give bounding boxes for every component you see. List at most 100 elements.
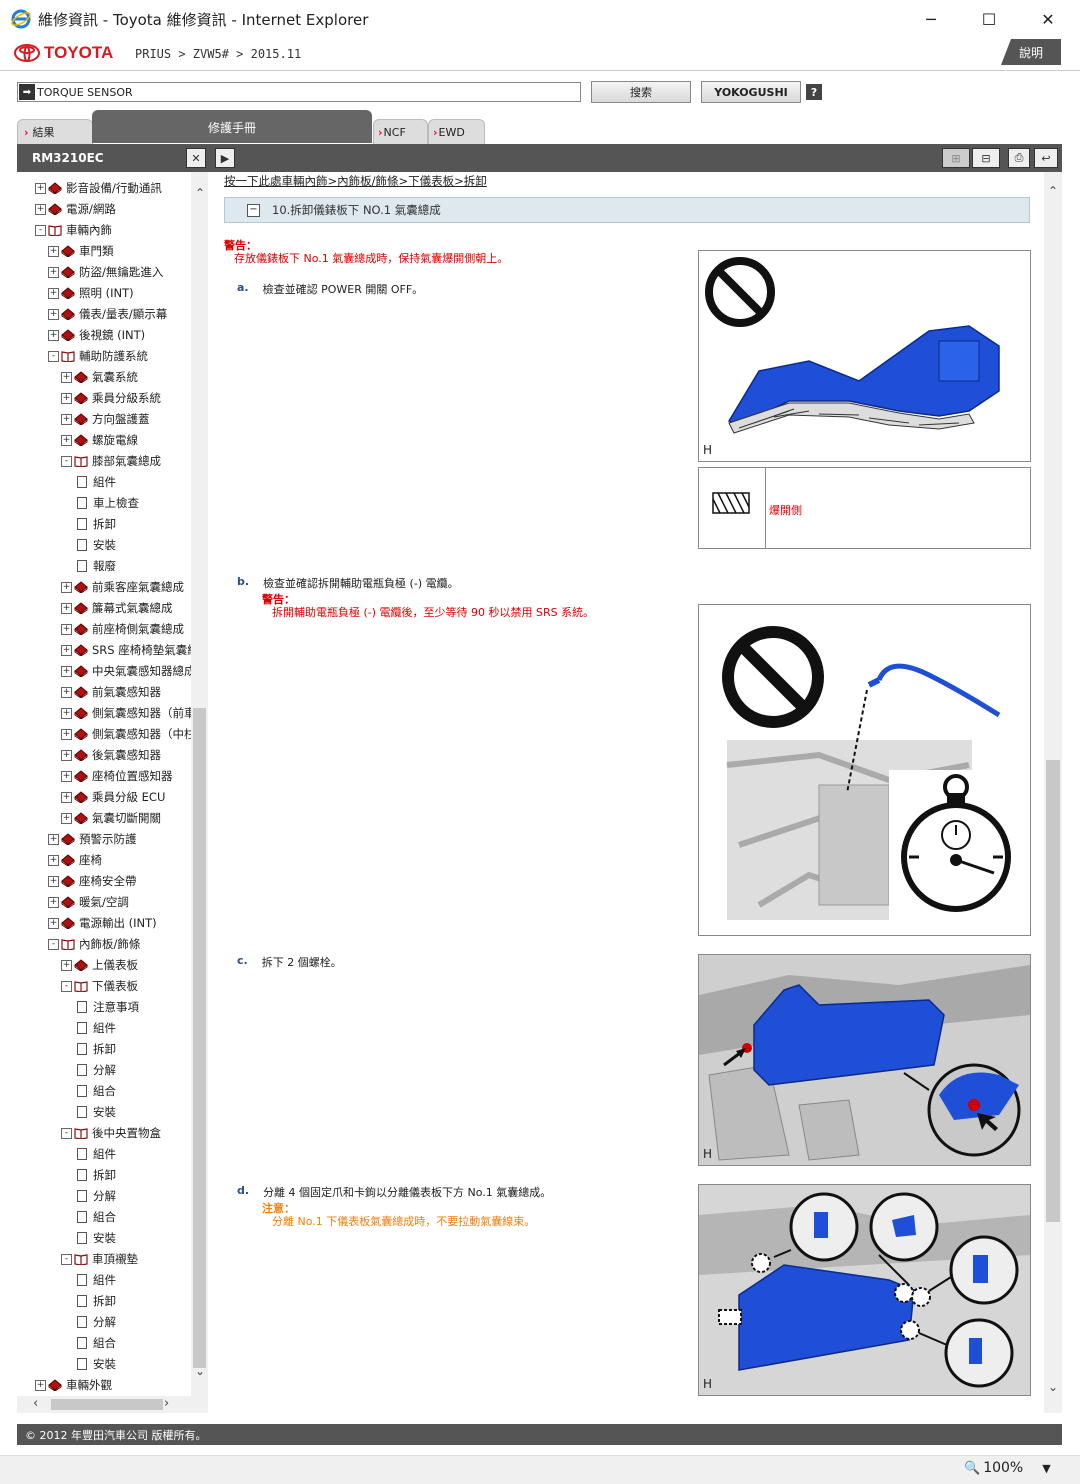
tree-scroll-thumb[interactable]: [193, 708, 206, 1368]
tree-item[interactable]: 分解: [74, 1060, 116, 1080]
tree-item[interactable]: 車上檢查: [74, 493, 139, 513]
tree-item[interactable]: 拆卸: [74, 1165, 116, 1185]
zoom-control[interactable]: 🔍 100% ▼: [964, 1460, 1051, 1476]
collapse-icon[interactable]: -: [61, 1127, 72, 1139]
tab-results[interactable]: › 結果: [17, 119, 93, 144]
expand-icon[interactable]: +: [48, 266, 59, 278]
tree-item[interactable]: - 後中央置物盒: [61, 1123, 161, 1143]
tree-item[interactable]: + 乘員分級 ECU: [61, 787, 165, 807]
tree-scrollbar[interactable]: ⌃ ⌄: [191, 172, 208, 1396]
tree-item[interactable]: - 輔助防護系統: [48, 346, 148, 366]
tree-item[interactable]: - 車頂襯墊: [61, 1249, 138, 1269]
expand-icon[interactable]: +: [48, 308, 59, 320]
tree-item[interactable]: + 車輛外觀: [35, 1375, 112, 1395]
expand-icon[interactable]: +: [61, 728, 72, 740]
expand-icon[interactable]: +: [61, 686, 72, 698]
content-scrollbar[interactable]: ⌃ ⌄: [1044, 172, 1062, 1413]
scroll-up-icon[interactable]: ⌃: [195, 186, 205, 200]
tree-item[interactable]: + 中央氣囊感知器總成: [61, 661, 196, 681]
expand-icon[interactable]: +: [61, 392, 72, 404]
tree-item[interactable]: + 前乘客座氣囊總成: [61, 577, 184, 597]
tree-item[interactable]: + 方向盤護蓋: [61, 409, 150, 429]
expand-icon[interactable]: +: [35, 203, 46, 215]
expand-icon[interactable]: +: [61, 581, 72, 593]
expand-icon[interactable]: +: [48, 287, 59, 299]
tree-item[interactable]: + 防盜/無鑰匙進入: [48, 262, 163, 282]
expand-icon[interactable]: +: [61, 770, 72, 782]
expand-all-button[interactable]: ⊞: [942, 148, 970, 168]
tree-item[interactable]: - 內飾板/飾條: [48, 934, 140, 954]
tree-item[interactable]: 組合: [74, 1333, 116, 1353]
tree-item[interactable]: 組合: [74, 1207, 116, 1227]
close-window-button[interactable]: ✕: [1025, 0, 1071, 38]
expand-icon[interactable]: +: [61, 434, 72, 446]
tree-item[interactable]: 注意事項: [74, 997, 139, 1017]
tree-item[interactable]: + 前座椅側氣囊總成: [61, 619, 184, 639]
tree-item[interactable]: + 座椅安全帶: [48, 871, 137, 891]
print-icon[interactable]: ⎙: [1008, 148, 1030, 168]
help-button[interactable]: 說明: [1001, 39, 1061, 65]
back-icon[interactable]: ↩: [1034, 148, 1058, 168]
tree-item[interactable]: - 膝部氣囊總成: [61, 451, 161, 471]
tab-manual[interactable]: 修護手冊: [92, 110, 372, 143]
tab-ewd[interactable]: › EWD: [428, 119, 485, 144]
search-button[interactable]: 搜索: [591, 81, 691, 103]
content-nav-path[interactable]: 按一下此處車輛內飾>內飾板/飾條>下儀表板>拆卸: [224, 173, 487, 189]
collapse-icon[interactable]: -: [48, 350, 59, 362]
scroll-left-icon[interactable]: ‹: [33, 1396, 38, 1411]
tree-item[interactable]: + 側氣囊感知器（中柱）: [61, 724, 207, 744]
collapse-all-button[interactable]: ⊟: [972, 148, 1000, 168]
expand-icon[interactable]: +: [61, 707, 72, 719]
expand-icon[interactable]: +: [61, 413, 72, 425]
expand-icon[interactable]: +: [61, 812, 72, 824]
tree-item[interactable]: + 預警示防護: [48, 829, 137, 849]
tree-item[interactable]: + 上儀表板: [61, 955, 138, 975]
expand-icon[interactable]: +: [61, 665, 72, 677]
tree-item[interactable]: 組件: [74, 1018, 116, 1038]
tree-item[interactable]: + 螺旋電線: [61, 430, 138, 450]
expand-icon[interactable]: +: [48, 875, 59, 887]
tree-item[interactable]: + 車門類: [48, 241, 114, 261]
tree-item[interactable]: + 後視鏡 (INT): [48, 325, 145, 345]
tree-item[interactable]: - 車輛內飾: [35, 220, 112, 240]
collapse-icon[interactable]: -: [61, 980, 72, 992]
tree-item[interactable]: + 座椅位置感知器: [61, 766, 173, 786]
tree-item[interactable]: + 前氣囊感知器: [61, 682, 161, 702]
tree-item[interactable]: 分解: [74, 1312, 116, 1332]
tree-item[interactable]: + 暖氣/空調: [48, 892, 129, 912]
collapse-icon[interactable]: -: [61, 455, 72, 467]
expand-icon[interactable]: +: [48, 896, 59, 908]
chevron-down-icon[interactable]: ▼: [1042, 1462, 1050, 1475]
expand-icon[interactable]: +: [48, 917, 59, 929]
tree-item[interactable]: 安裝: [74, 535, 116, 555]
tree-item[interactable]: 組合: [74, 1081, 116, 1101]
expand-icon[interactable]: +: [61, 959, 72, 971]
collapse-icon[interactable]: -: [48, 938, 59, 950]
tree-item[interactable]: 拆卸: [74, 514, 116, 534]
tree-item[interactable]: 分解: [74, 1186, 116, 1206]
tree-item[interactable]: + 側氣囊感知器（前車門）: [61, 703, 208, 723]
tree-item[interactable]: + 儀表/量表/顯示幕: [48, 304, 167, 324]
scroll-down-icon[interactable]: ⌄: [195, 1364, 205, 1378]
tree-item[interactable]: 組件: [74, 1144, 116, 1164]
tree-item[interactable]: + 氣囊系統: [61, 367, 138, 387]
tree-item[interactable]: 組件: [74, 1270, 116, 1290]
tree-hscrollbar[interactable]: ‹ ›: [17, 1396, 208, 1413]
tree-item[interactable]: + 電源輸出 (INT): [48, 913, 157, 933]
close-tree-button[interactable]: ✕: [186, 148, 206, 168]
tab-ncf[interactable]: › NCF: [373, 119, 428, 144]
collapse-icon[interactable]: -: [61, 1253, 72, 1265]
tree-item[interactable]: 安裝: [74, 1102, 116, 1122]
expand-icon[interactable]: +: [35, 1379, 46, 1391]
expand-icon[interactable]: +: [61, 791, 72, 803]
expand-icon[interactable]: +: [61, 602, 72, 614]
expand-icon[interactable]: +: [61, 644, 72, 656]
scroll-up-icon[interactable]: ⌃: [1048, 184, 1058, 198]
tree-item[interactable]: + 電源/網路: [35, 199, 116, 219]
scroll-right-icon[interactable]: ›: [164, 1396, 169, 1411]
collapse-icon[interactable]: -: [35, 224, 46, 236]
question-icon[interactable]: ?: [806, 84, 822, 100]
tree-item[interactable]: + 氣囊切斷開關: [61, 808, 161, 828]
section-toggle[interactable]: −: [247, 203, 260, 217]
tree-item[interactable]: 拆卸: [74, 1291, 116, 1311]
